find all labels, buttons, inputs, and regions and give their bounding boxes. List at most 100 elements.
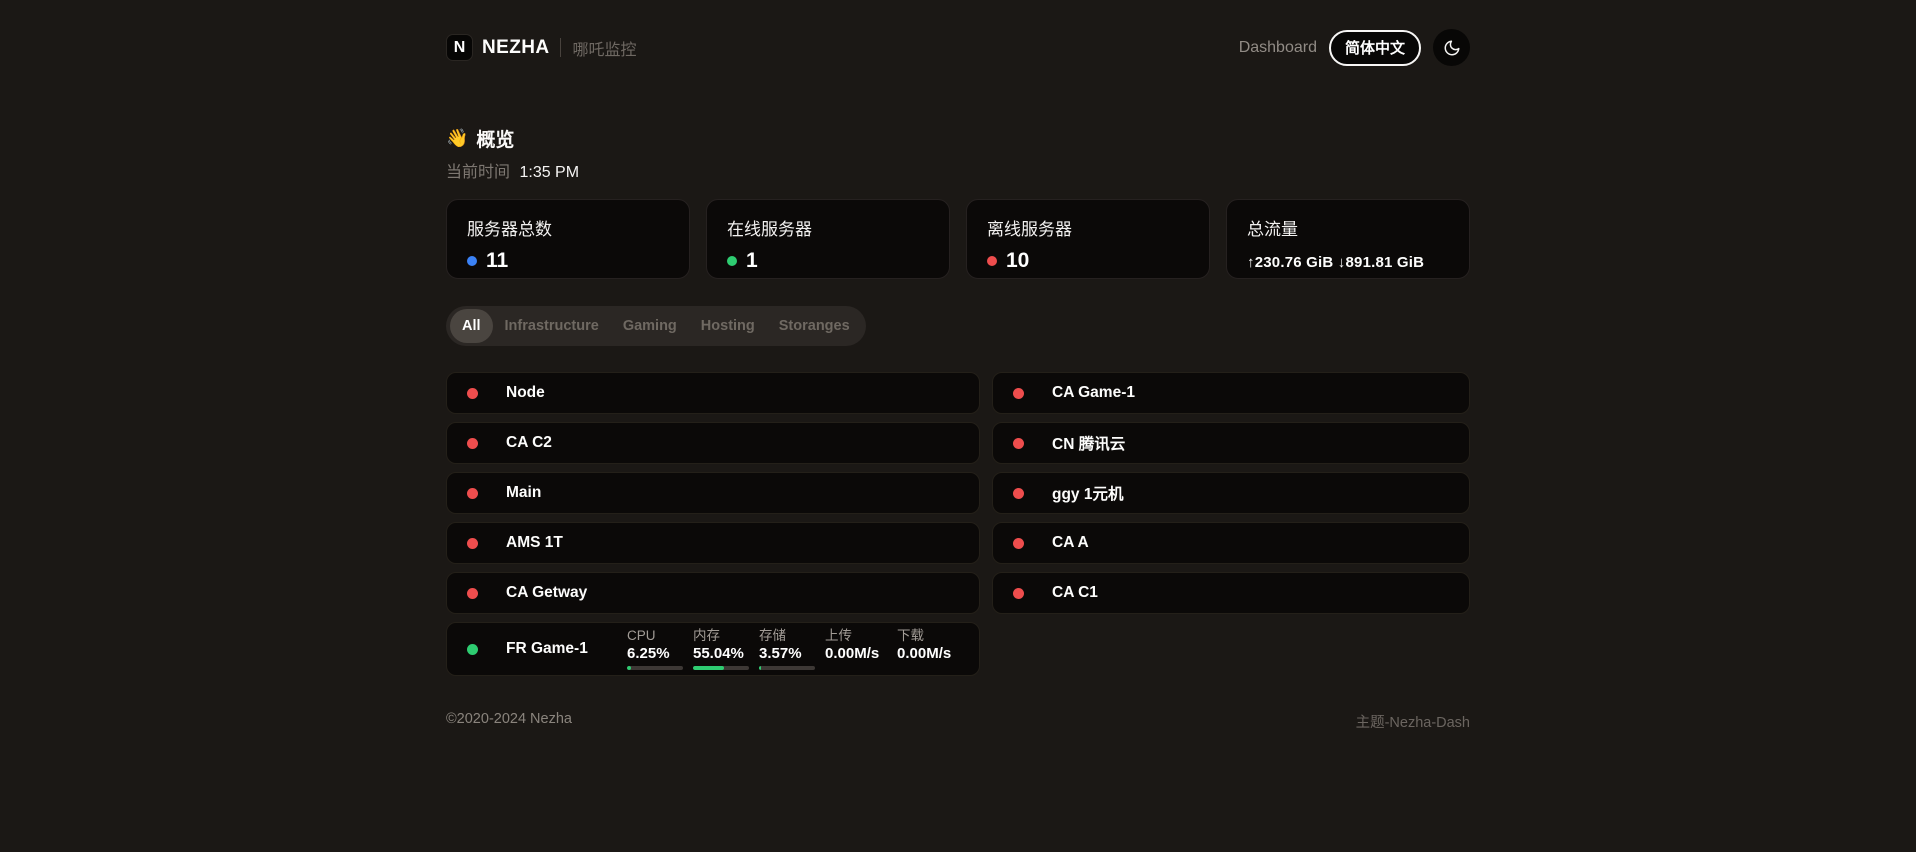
current-time-value: 1:35 PM (519, 164, 579, 181)
nezha-logo-icon: N (446, 34, 473, 61)
metric-value: 55.04% (693, 645, 749, 662)
server-row[interactable]: CA C1 (992, 572, 1470, 614)
main-content: 👋 概览 当前时间 1:35 PM 服务器总数 11 在线服务器 (446, 125, 1470, 732)
metric-value: 0.00M/s (825, 645, 887, 662)
storage-progress-bar (759, 666, 815, 670)
metric-cpu: CPU 6.25% (627, 628, 683, 670)
metric-label: 上传 (825, 628, 887, 644)
tab-gaming[interactable]: Gaming (611, 309, 689, 343)
tab-infrastructure[interactable]: Infrastructure (493, 309, 611, 343)
current-time-label: 当前时间 (446, 164, 510, 181)
metric-label: 内存 (693, 628, 749, 644)
nezha-dashboard-page: N NEZHA 哪吒监控 Dashboard 简体中文 👋 概览 当前时间 (0, 0, 1916, 732)
header: N NEZHA 哪吒监控 Dashboard 简体中文 (446, 0, 1470, 66)
offline-status-dot (1013, 388, 1024, 399)
page-title: 👋 概览 (446, 125, 1470, 152)
server-row[interactable]: CA Game-1 (992, 372, 1470, 414)
server-row[interactable]: AMS 1T (446, 522, 980, 564)
offline-status-dot (467, 438, 478, 449)
copyright-text: ©2020-2024 Nezha (446, 711, 572, 732)
metric-label: 存储 (759, 628, 815, 644)
header-actions: Dashboard 简体中文 (1239, 29, 1470, 66)
metric-memory: 内存 55.04% (693, 628, 749, 670)
server-column-left: Node CA C2 Main AMS 1T CA Getway (446, 372, 980, 676)
brand-logo-group[interactable]: N NEZHA 哪吒监控 (446, 34, 636, 61)
server-row[interactable]: Node (446, 372, 980, 414)
server-row[interactable]: CA Getway (446, 572, 980, 614)
card-label: 离线服务器 (987, 215, 1189, 240)
metric-value: 0.00M/s (897, 645, 959, 662)
card-online-servers: 在线服务器 1 (706, 199, 950, 279)
offline-status-dot (1013, 588, 1024, 599)
offline-status-dot (467, 538, 478, 549)
card-label: 总流量 (1247, 215, 1449, 240)
offline-status-dot (467, 488, 478, 499)
server-column-right: CA Game-1 CN 腾讯云 ggy 1元机 CA A CA C1 (992, 372, 1470, 614)
metric-value: 6.25% (627, 645, 683, 662)
card-value: 10 (1006, 249, 1029, 273)
cpu-progress-bar (627, 666, 683, 670)
metric-value: 3.57% (759, 645, 815, 662)
server-name: CA C1 (1052, 584, 1098, 602)
server-name: CA C2 (506, 434, 552, 452)
server-metrics: CPU 6.25% 内存 55.04% 存储 3.57% (627, 628, 959, 670)
metric-storage: 存储 3.57% (759, 628, 815, 670)
current-time: 当前时间 1:35 PM (446, 158, 1470, 182)
server-list: Node CA C2 Main AMS 1T CA Getway (446, 372, 1470, 676)
server-name: CA Getway (506, 584, 587, 602)
offline-status-dot (1013, 488, 1024, 499)
card-label: 在线服务器 (727, 215, 929, 240)
card-value: 1 (746, 249, 758, 273)
server-row[interactable]: CA C2 (446, 422, 980, 464)
traffic-value: ↑230.76 GiB ↓891.81 GiB (1247, 254, 1449, 271)
server-row[interactable]: FR Game-1 CPU 6.25% 内存 55.04% (446, 622, 980, 676)
brand-name: NEZHA (482, 37, 549, 59)
card-label: 服务器总数 (467, 215, 669, 240)
card-total-traffic: 总流量 ↑230.76 GiB ↓891.81 GiB (1226, 199, 1470, 279)
server-row[interactable]: CA A (992, 522, 1470, 564)
card-value: 11 (486, 249, 508, 273)
offline-status-dot (1013, 538, 1024, 549)
offline-status-dot (467, 388, 478, 399)
theme-toggle-button[interactable] (1433, 29, 1470, 66)
moon-icon (1443, 39, 1461, 57)
theme-credit-link[interactable]: 主题-Nezha-Dash (1356, 711, 1470, 732)
server-name: Main (506, 484, 541, 502)
offline-status-dot (1013, 438, 1024, 449)
server-name: AMS 1T (506, 534, 563, 552)
server-row[interactable]: CN 腾讯云 (992, 422, 1470, 464)
dashboard-link[interactable]: Dashboard (1239, 39, 1317, 57)
card-total-servers: 服务器总数 11 (446, 199, 690, 279)
wave-emoji: 👋 (446, 128, 468, 149)
language-button[interactable]: 简体中文 (1329, 30, 1421, 66)
tab-all[interactable]: All (450, 309, 493, 343)
overview-section: 👋 概览 当前时间 1:35 PM (446, 125, 1470, 182)
metric-label: CPU (627, 628, 683, 644)
group-filter-tabs: All Infrastructure Gaming Hosting Storan… (446, 306, 866, 346)
tab-storanges[interactable]: Storanges (767, 309, 862, 343)
server-name: CA Game-1 (1052, 384, 1135, 402)
tab-hosting[interactable]: Hosting (689, 309, 767, 343)
metric-upload: 上传 0.00M/s (825, 628, 887, 670)
logo-letter: N (454, 39, 466, 57)
metric-label: 下载 (897, 628, 959, 644)
stat-cards: 服务器总数 11 在线服务器 1 离线服务器 10 (446, 199, 1470, 279)
server-name: Node (506, 384, 545, 402)
server-name: CN 腾讯云 (1052, 432, 1125, 454)
offline-dot (987, 256, 997, 266)
server-row[interactable]: ggy 1元机 (992, 472, 1470, 514)
brand-subtitle: 哪吒监控 (572, 36, 636, 60)
server-row[interactable]: Main (446, 472, 980, 514)
server-name: CA A (1052, 534, 1089, 552)
server-name: ggy 1元机 (1052, 482, 1123, 504)
total-dot (467, 256, 477, 266)
card-offline-servers: 离线服务器 10 (966, 199, 1210, 279)
offline-status-dot (467, 588, 478, 599)
memory-progress-bar (693, 666, 749, 670)
metric-download: 下载 0.00M/s (897, 628, 959, 670)
online-status-dot (467, 644, 478, 655)
online-dot (727, 256, 737, 266)
overview-title-text: 概览 (476, 125, 514, 152)
brand-divider (560, 38, 561, 57)
server-name: FR Game-1 (506, 640, 627, 658)
